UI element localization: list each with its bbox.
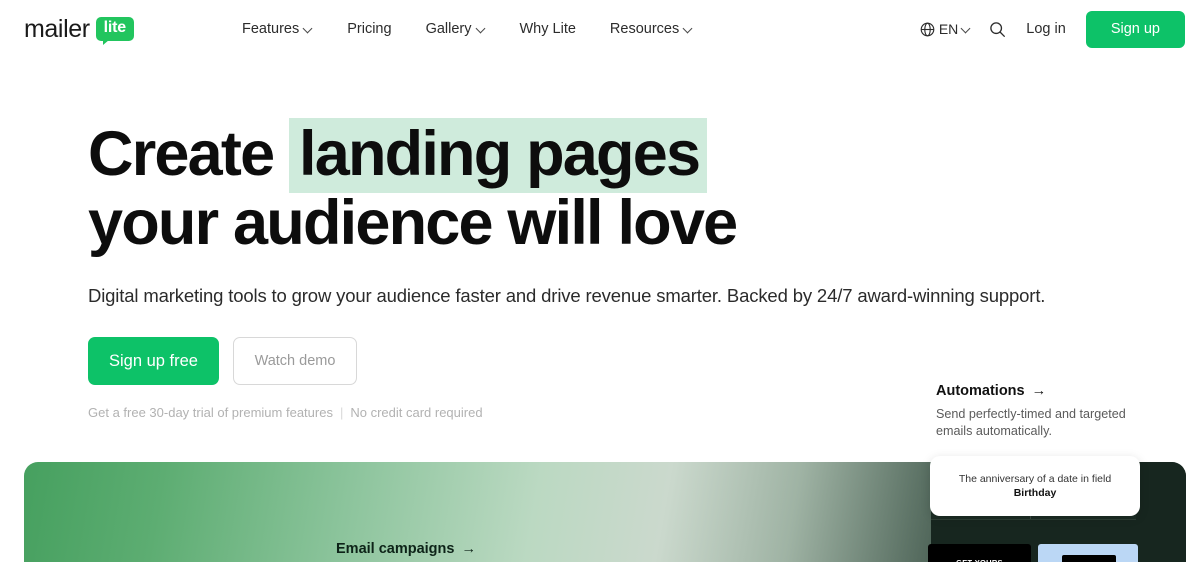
logo[interactable]: mailer lite [24,15,134,44]
chevron-down-icon [962,24,971,33]
nav-label: Gallery [426,21,472,37]
hero-subtitle: Digital marketing tools to grow your aud… [88,285,1200,307]
page-root: mailer lite Features Pricing Gallery Why… [0,0,1200,562]
signup-button[interactable]: Sign up [1086,11,1185,48]
site-header: mailer lite Features Pricing Gallery Why… [0,0,1200,58]
nav-label: Why Lite [520,21,576,37]
watch-demo-button[interactable]: Watch demo [233,337,357,385]
nav-label: Resources [610,21,679,37]
email-campaigns-link[interactable]: Email campaigns → [336,541,476,557]
arrow-right-icon: → [1032,383,1047,399]
nav-item-gallery[interactable]: Gallery [426,21,486,37]
login-link[interactable]: Log in [1026,21,1066,37]
email-campaigns-label: Email campaigns [336,541,454,557]
nav-label: Features [242,21,299,37]
preview-card-label: GET YOURS [928,558,1031,562]
automations-description: Send perfectly-timed and targeted emails… [936,406,1146,440]
automations-card: Automations → Send perfectly-timed and t… [936,383,1146,440]
signup-free-button[interactable]: Sign up free [88,337,219,385]
logo-badge: lite [96,17,134,40]
language-selector[interactable]: EN [920,21,971,37]
tooltip-line-1: The anniversary of a date in [959,473,1089,485]
chevron-down-icon [477,24,486,33]
automations-link[interactable]: Automations → [936,383,1146,399]
nav-label: Pricing [347,21,391,37]
fineprint-trial: Get a free 30-day trial of premium featu… [88,405,333,420]
hero-cta-row: Sign up free Watch demo [88,337,1200,385]
birthday-tooltip: The anniversary of a date in field Birth… [930,456,1140,516]
logo-word: mailer [24,15,90,44]
search-icon [989,21,1006,38]
preview-card-blue-inner [1062,555,1116,562]
fineprint-separator: | [340,405,343,420]
nav-item-features[interactable]: Features [242,21,313,37]
fineprint-nocard: No credit card required [350,405,482,420]
nav-item-pricing[interactable]: Pricing [347,21,391,37]
page-title: Create landing pages your audience will … [88,120,788,258]
headline-part-2: your audience will love [88,188,736,258]
preview-card-dark: GET YOURS [928,544,1031,562]
headline-highlight: landing pages [289,118,707,193]
hero-section: Create landing pages your audience will … [0,58,1200,420]
nav-item-why-lite[interactable]: Why Lite [520,21,576,37]
nav-item-resources[interactable]: Resources [610,21,693,37]
globe-icon [920,22,935,37]
tooltip-line-2-prefix: field [1092,473,1111,485]
tooltip-field-name: Birthday [1014,487,1057,499]
tooltip-content: The anniversary of a date in field Birth… [930,472,1140,500]
headline-part-1: Create [88,119,273,189]
main-navigation: Features Pricing Gallery Why Lite Resour… [242,21,693,37]
preview-card-blue [1038,544,1138,562]
automations-title: Automations [936,383,1025,399]
language-label: EN [939,21,958,37]
chevron-down-icon [304,24,313,33]
arrow-right-icon: → [461,541,476,557]
chevron-down-icon [684,24,693,33]
panel-horizontal-divider [931,519,1136,520]
header-actions: EN Log in Sign up [920,11,1200,48]
search-button[interactable] [989,21,1006,38]
